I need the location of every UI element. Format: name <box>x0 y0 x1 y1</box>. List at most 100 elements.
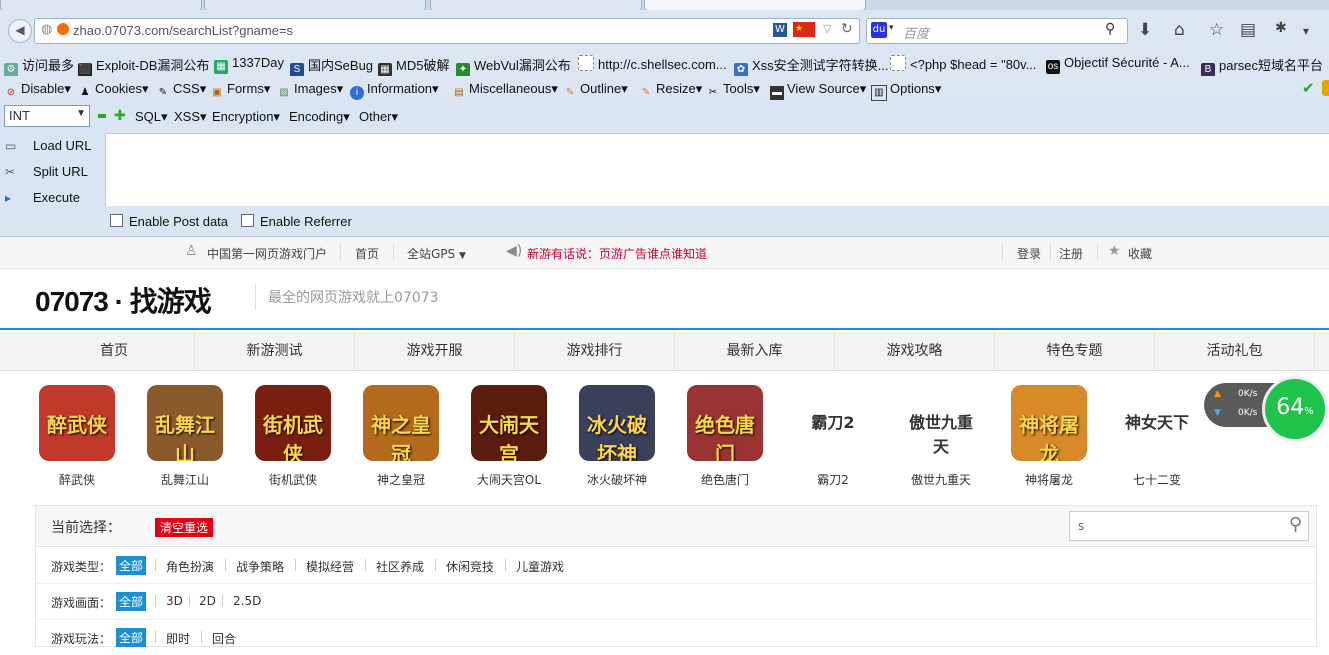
hackbar-url-textarea[interactable] <box>105 133 1329 206</box>
wd-css-menu[interactable]: ✎ CSS▾ <box>156 81 206 100</box>
wd-misc-menu[interactable]: ▤ Miscellaneous▾ <box>452 81 558 100</box>
game-item[interactable]: 神将屠龙 神将屠龙 <box>1001 385 1097 488</box>
hackbar-type-select[interactable]: INT ▼ <box>4 105 90 127</box>
filter-option[interactable]: 休闲竞技 <box>446 558 494 575</box>
game-item[interactable]: 神女天下 七十二变 <box>1109 385 1205 488</box>
nav-topics[interactable]: 特色专题 <box>995 332 1155 370</box>
hackbar-other-menu[interactable]: Other▾ <box>359 109 398 125</box>
minus-icon[interactable] <box>98 114 106 118</box>
bookmark-item[interactable]: ⚙ 访问最多 <box>4 55 74 77</box>
site-logo[interactable]: 07073 · 找游戏 <box>35 280 212 320</box>
game-thumbnail[interactable]: 乱舞江山 <box>147 385 223 461</box>
filter-option[interactable]: 回合 <box>212 630 236 647</box>
filter-option-selected[interactable]: 全部 <box>116 628 147 647</box>
filter-option[interactable]: 角色扮演 <box>166 558 214 575</box>
clear-filter-button[interactable]: 清空重选 <box>155 518 214 537</box>
memory-percent-badge[interactable]: 64% <box>1262 376 1328 442</box>
top-home-link[interactable]: 首页 <box>355 245 379 262</box>
nav-new-test[interactable]: 新游测试 <box>195 332 355 370</box>
game-thumbnail[interactable]: 傲世九重天 <box>903 385 979 461</box>
game-item[interactable]: 神之皇冠 神之皇冠 <box>353 385 449 488</box>
wd-options-menu[interactable]: ▥ Options▾ <box>871 81 941 101</box>
hackbar-xss-menu[interactable]: XSS▾ <box>174 109 207 125</box>
game-thumbnail[interactable]: 霸刀2 <box>795 385 871 461</box>
hackbar-encryption-menu[interactable]: Encryption▾ <box>212 109 280 125</box>
game-item[interactable]: 绝色唐门 绝色唐门 <box>677 385 773 488</box>
filter-option[interactable]: 战争策略 <box>236 558 284 575</box>
notice-link[interactable]: 新游有话说：页游广告谁点谁知道 <box>527 245 707 262</box>
game-item[interactable]: 傲世九重天 傲世九重天 <box>893 385 989 488</box>
bookmark-item[interactable]: http://c.shellsec.com... <box>578 55 727 72</box>
login-link[interactable]: 登录 <box>1017 245 1041 262</box>
nav-ranking[interactable]: 游戏排行 <box>515 332 675 370</box>
bookmark-item[interactable]: ✦ WebVul漏洞公布 <box>456 55 571 77</box>
wd-forms-menu[interactable]: ▣ Forms▾ <box>210 81 270 100</box>
game-search-input[interactable]: s ⚲ <box>1069 511 1309 541</box>
wd-outline-menu[interactable]: ✎ Outline▾ <box>563 81 628 100</box>
game-thumbnail[interactable]: 绝色唐门 <box>687 385 763 461</box>
download-icon[interactable]: ⬇ <box>1138 20 1152 40</box>
extension-icon[interactable]: ✱ <box>1275 20 1287 36</box>
bookmark-item[interactable]: <?php $head = "80v... <box>890 55 1037 72</box>
game-thumbnail[interactable]: 醉武侠 <box>39 385 115 461</box>
game-item[interactable]: 街机武侠 街机武侠 <box>245 385 341 488</box>
hackbar-encoding-menu[interactable]: Encoding▾ <box>289 109 350 125</box>
enable-referrer-checkbox[interactable]: Enable Referrer <box>241 214 352 229</box>
game-thumbnail[interactable]: 神女天下 <box>1119 385 1195 461</box>
game-thumbnail[interactable]: 神将屠龙 <box>1011 385 1087 461</box>
bookmark-item[interactable]: ▦ 1337Day <box>214 55 284 74</box>
wd-cookies-menu[interactable]: ♟ Cookies▾ <box>78 81 149 100</box>
baidu-icon[interactable]: du <box>871 22 887 38</box>
game-thumbnail[interactable]: 冰火破坏神 <box>579 385 655 461</box>
filter-option[interactable]: 2D <box>199 594 216 608</box>
url-bar[interactable]: ◍ zhao.07073.com/searchList?gname=s W ★ … <box>34 18 860 44</box>
nav-gifts[interactable]: 活动礼包 <box>1155 332 1315 370</box>
filter-option-selected[interactable]: 全部 <box>116 592 147 611</box>
china-flag-icon[interactable]: ★ <box>793 22 815 37</box>
bookmark-item[interactable]: Bparsec短域名平台 <box>1201 55 1323 77</box>
hackbar-sql-menu[interactable]: SQL▾ <box>135 109 168 125</box>
nav-guides[interactable]: 游戏攻略 <box>835 332 995 370</box>
dropdown-arrow-icon[interactable]: ▽ <box>823 22 831 35</box>
engine-dropdown-icon[interactable]: ▾ <box>889 23 894 33</box>
wd-resize-menu[interactable]: ✎ Resize▾ <box>639 81 702 100</box>
portal-link[interactable]: 中国第一网页游戏门户 <box>207 245 327 262</box>
filter-option-selected[interactable]: 全部 <box>116 556 147 575</box>
home-icon[interactable]: ⌂ <box>1174 20 1185 40</box>
wd-tools-menu[interactable]: ✂ Tools▾ <box>706 81 760 100</box>
bookmark-item[interactable]: os Objectif Sécurité - A... <box>1046 55 1190 74</box>
bookmark-item[interactable]: ✿ Xss安全测试字符转换... <box>734 55 889 77</box>
star-icon[interactable]: ☆ <box>1209 20 1224 40</box>
wd-view-source-menu[interactable]: ▬ View Source▾ <box>770 81 866 100</box>
favorite-link[interactable]: 收藏 <box>1128 245 1152 262</box>
menu-dropdown-icon[interactable]: ▾ <box>1303 24 1309 38</box>
wd-disable-menu[interactable]: ⊘ Disable▾ <box>4 81 71 100</box>
search-icon[interactable]: ⚲ <box>1289 514 1302 535</box>
reload-icon[interactable]: ↻ <box>841 21 853 37</box>
filter-option[interactable]: 儿童游戏 <box>516 558 564 575</box>
filter-option[interactable]: 即时 <box>166 630 190 647</box>
search-bar[interactable]: du ▾ 百度 ⚲ <box>866 18 1128 44</box>
nav-home[interactable]: 首页 <box>34 332 195 370</box>
search-icon[interactable]: ⚲ <box>1105 21 1115 37</box>
gps-dropdown[interactable]: 全站GPS ▼ <box>407 245 466 262</box>
game-item[interactable]: 大闹天宫 大闹天宫OL <box>461 385 557 488</box>
bookmark-item[interactable]: S 国内SeBug <box>290 55 373 77</box>
game-thumbnail[interactable]: 大闹天宫 <box>471 385 547 461</box>
register-link[interactable]: 注册 <box>1059 245 1083 262</box>
game-item[interactable]: 醉武侠 醉武侠 <box>29 385 125 488</box>
game-thumbnail[interactable]: 神之皇冠 <box>363 385 439 461</box>
bookmark-item[interactable]: ▦ MD5破解 <box>378 55 449 77</box>
reading-list-icon[interactable]: ▤ <box>1240 20 1256 40</box>
back-icon[interactable]: ◀ <box>8 19 32 43</box>
game-item[interactable]: 乱舞江山 乱舞江山 <box>137 385 233 488</box>
bookmark-item[interactable]: ⬛ Exploit-DB漏洞公布 <box>78 55 209 77</box>
game-item[interactable]: 霸刀2 霸刀2 <box>785 385 881 488</box>
word-icon[interactable]: W <box>773 23 787 37</box>
nav-server-open[interactable]: 游戏开服 <box>355 332 515 370</box>
wd-images-menu[interactable]: ▨ Images▾ <box>277 81 343 100</box>
game-item[interactable]: 冰火破坏神 冰火破坏神 <box>569 385 665 488</box>
filter-option[interactable]: 社区养成 <box>376 558 424 575</box>
wd-information-menu[interactable]: i Information▾ <box>350 81 439 100</box>
plus-icon[interactable]: ✚ <box>114 108 126 124</box>
